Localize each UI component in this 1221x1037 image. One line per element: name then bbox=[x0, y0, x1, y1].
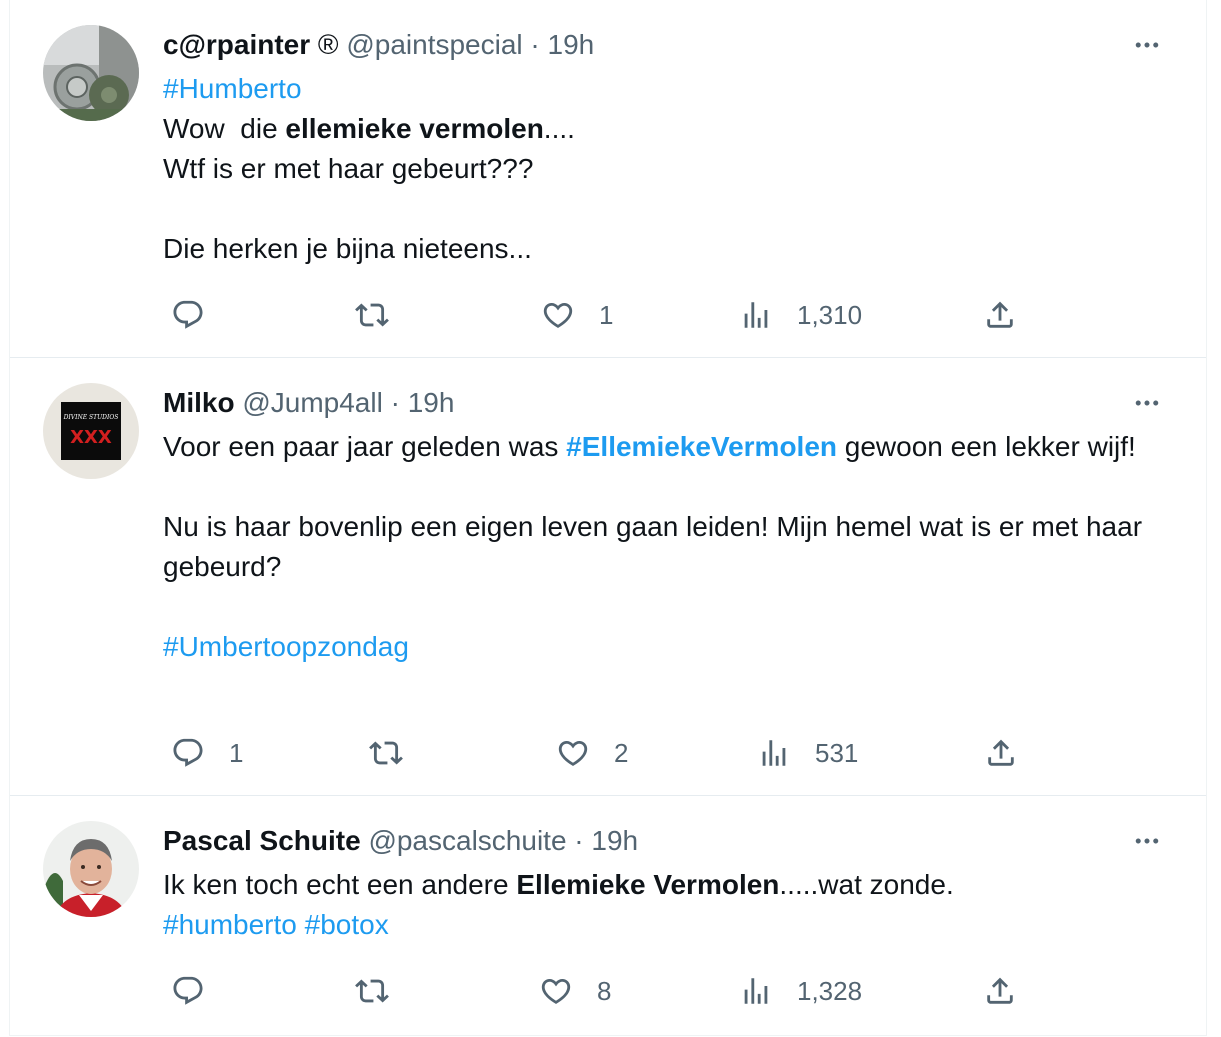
text-line: Die herken je bijna nieteens... bbox=[163, 233, 532, 264]
text-line: Nu is haar bovenlip een eigen leven gaan… bbox=[163, 511, 1143, 582]
more-icon[interactable] bbox=[1130, 28, 1164, 62]
share-icon bbox=[983, 974, 1017, 1008]
text-fragment: .....wat zonde. bbox=[779, 869, 954, 900]
hashtag-link[interactable]: #botox bbox=[305, 909, 389, 940]
share-icon bbox=[983, 298, 1017, 332]
like-count: 1 bbox=[599, 299, 614, 330]
avatar[interactable] bbox=[43, 821, 139, 917]
text-fragment: .... bbox=[543, 113, 575, 144]
tweet-text: Voor een paar jaar geleden was #Ellemiek… bbox=[163, 427, 1166, 667]
separator: · bbox=[390, 387, 400, 418]
share-icon bbox=[984, 736, 1018, 770]
like-button[interactable]: 8 bbox=[539, 969, 611, 1013]
text-fragment: Voor een paar jaar geleden was bbox=[163, 431, 567, 462]
tweet[interactable]: DIVINE STUDIOS XXX Milko @Jump4all · 19h… bbox=[10, 358, 1206, 796]
avatar-logo-text: DIVINE STUDIOS bbox=[63, 414, 119, 421]
display-name[interactable]: Milko bbox=[163, 387, 235, 418]
hashtag-link[interactable]: #EllemiekeVermolen bbox=[566, 431, 837, 462]
share-button[interactable] bbox=[984, 731, 1018, 775]
like-icon bbox=[541, 298, 575, 332]
share-button[interactable] bbox=[983, 969, 1017, 1013]
views-button[interactable]: 1,328 bbox=[739, 969, 862, 1013]
retweet-button[interactable] bbox=[355, 293, 413, 337]
action-bar: 1 1,310 bbox=[163, 293, 1043, 337]
tweet-text: Ik ken toch echt een andere Ellemieke Ve… bbox=[163, 865, 1166, 945]
display-name[interactable]: Pascal Schuite bbox=[163, 825, 361, 856]
more-icon[interactable] bbox=[1130, 386, 1164, 420]
views-icon bbox=[739, 298, 773, 332]
hashtag-link[interactable]: #Humberto bbox=[163, 73, 302, 104]
avatar[interactable] bbox=[43, 25, 139, 121]
view-count: 531 bbox=[815, 737, 859, 768]
like-icon bbox=[556, 736, 590, 770]
hashtag-link[interactable]: #humberto bbox=[163, 909, 297, 940]
timestamp[interactable]: 19h bbox=[591, 825, 638, 856]
retweet-button[interactable] bbox=[369, 731, 427, 775]
retweet-icon bbox=[369, 736, 403, 770]
reply-button[interactable] bbox=[171, 293, 229, 337]
hashtag-link[interactable]: #Umbertoopzondag bbox=[163, 631, 409, 662]
text-fragment: Ik ken toch echt een andere bbox=[163, 869, 517, 900]
handle[interactable]: @pascalschuite bbox=[368, 825, 566, 856]
retweet-button[interactable] bbox=[355, 969, 413, 1013]
keyword-highlight: Ellemieke Vermolen bbox=[516, 869, 780, 900]
share-button[interactable] bbox=[983, 293, 1017, 337]
tweet-text: #Humberto Wow die ellemieke vermolen....… bbox=[163, 69, 1166, 269]
tweet-header: Pascal Schuite @pascalschuite · 19h bbox=[163, 821, 1166, 861]
view-count: 1,328 bbox=[797, 975, 863, 1006]
more-icon[interactable] bbox=[1130, 824, 1164, 858]
tweet-feed: c@rpainter ® @paintspecial · 19h #Humber… bbox=[9, 0, 1207, 1036]
reply-button[interactable]: 1 bbox=[171, 731, 243, 775]
text-fragment: Wow die bbox=[163, 113, 286, 144]
handle[interactable]: @Jump4all bbox=[242, 387, 382, 418]
tweet[interactable]: c@rpainter ® @paintspecial · 19h #Humber… bbox=[10, 0, 1206, 358]
separator: · bbox=[574, 825, 584, 856]
retweet-icon bbox=[355, 974, 389, 1008]
reply-icon bbox=[171, 974, 205, 1008]
views-icon bbox=[757, 736, 791, 770]
separator: · bbox=[530, 29, 540, 60]
timestamp[interactable]: 19h bbox=[548, 29, 595, 60]
like-button[interactable]: 1 bbox=[541, 293, 613, 337]
action-bar: 8 1,328 bbox=[163, 969, 1043, 1013]
timestamp[interactable]: 19h bbox=[408, 387, 455, 418]
tweet[interactable]: Pascal Schuite @pascalschuite · 19h Ik k… bbox=[10, 796, 1206, 1036]
views-icon bbox=[739, 974, 773, 1008]
handle[interactable]: @paintspecial bbox=[346, 29, 522, 60]
views-button[interactable]: 531 bbox=[757, 731, 858, 775]
like-icon bbox=[539, 974, 573, 1008]
like-count: 8 bbox=[597, 975, 612, 1006]
svg-text:XXX: XXX bbox=[70, 427, 112, 448]
display-name[interactable]: c@rpainter bbox=[163, 29, 310, 60]
reply-button[interactable] bbox=[171, 969, 229, 1013]
retweet-icon bbox=[355, 298, 389, 332]
view-count: 1,310 bbox=[797, 299, 863, 330]
tweet-header: c@rpainter ® @paintspecial · 19h bbox=[163, 25, 1166, 65]
action-bar: 1 2 531 bbox=[163, 731, 1043, 775]
avatar[interactable]: DIVINE STUDIOS XXX bbox=[43, 383, 139, 479]
tweet-header: Milko @Jump4all · 19h bbox=[163, 383, 1166, 423]
reply-icon bbox=[171, 298, 205, 332]
keyword-highlight: ellemieke vermolen bbox=[285, 113, 544, 144]
like-button[interactable]: 2 bbox=[556, 731, 628, 775]
like-count: 2 bbox=[614, 737, 629, 768]
registered-badge: ® bbox=[317, 29, 339, 60]
text-fragment: gewoon een lekker wijf! bbox=[837, 431, 1136, 462]
reply-icon bbox=[171, 736, 205, 770]
text-line: Wtf is er met haar gebeurt??? bbox=[163, 153, 534, 184]
reply-count: 1 bbox=[229, 737, 244, 768]
views-button[interactable]: 1,310 bbox=[739, 293, 862, 337]
